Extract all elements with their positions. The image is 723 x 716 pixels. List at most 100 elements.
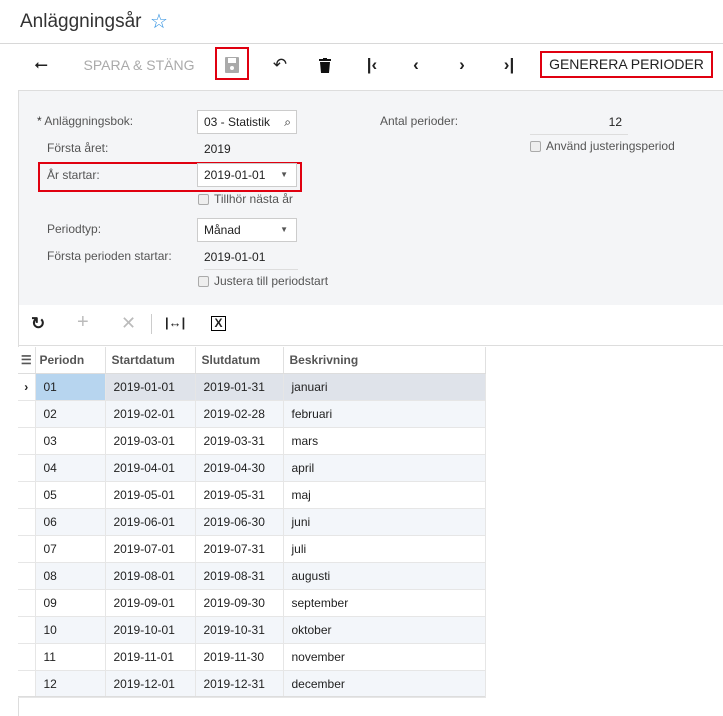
cell-period[interactable]: 09 bbox=[35, 589, 106, 617]
table-row[interactable]: 02 2019-02-01 2019-02-28 februari bbox=[18, 400, 486, 428]
cell-end[interactable]: 2019-08-31 bbox=[195, 562, 284, 590]
cell-end[interactable]: 2019-09-30 bbox=[195, 589, 284, 617]
col-end[interactable]: Slutdatum bbox=[195, 347, 284, 374]
row-selector[interactable] bbox=[18, 616, 36, 644]
generate-periods-button[interactable]: GENERERA PERIODER bbox=[540, 51, 713, 78]
table-row[interactable]: 05 2019-05-01 2019-05-31 maj bbox=[18, 481, 486, 509]
cell-end[interactable]: 2019-06-30 bbox=[195, 508, 284, 536]
undo-button[interactable]: ↶ bbox=[268, 50, 292, 80]
year-starts-dropdown[interactable]: 2019-01-01 ▼ bbox=[197, 163, 297, 187]
cell-description[interactable]: december bbox=[283, 670, 486, 698]
table-row[interactable]: 10 2019-10-01 2019-10-31 oktober bbox=[18, 616, 486, 644]
row-selector[interactable] bbox=[18, 535, 36, 563]
row-selector[interactable] bbox=[18, 400, 36, 428]
cell-start[interactable]: 2019-09-01 bbox=[105, 589, 196, 617]
add-row-button[interactable]: + bbox=[77, 311, 89, 334]
cell-description[interactable]: mars bbox=[283, 427, 486, 455]
cell-period[interactable]: 03 bbox=[35, 427, 106, 455]
table-row[interactable]: 09 2019-09-01 2019-09-30 september bbox=[18, 589, 486, 617]
use-adjust-checkbox[interactable]: Använd justeringsperiod bbox=[530, 139, 675, 153]
cell-description[interactable]: november bbox=[283, 643, 486, 671]
cell-description[interactable]: augusti bbox=[283, 562, 486, 590]
previous-record-button[interactable]: ‹ bbox=[404, 50, 428, 80]
col-period[interactable]: Periodn bbox=[35, 347, 106, 374]
cell-end[interactable]: 2019-03-31 bbox=[195, 427, 284, 455]
first-record-button[interactable]: |‹ bbox=[360, 50, 384, 80]
cell-start[interactable]: 2019-10-01 bbox=[105, 616, 196, 644]
table-row[interactable]: 07 2019-07-01 2019-07-31 juli bbox=[18, 535, 486, 563]
export-excel-button[interactable]: X bbox=[211, 316, 226, 331]
back-button[interactable]: ⭠ bbox=[28, 50, 54, 80]
refresh-button[interactable]: ↻ bbox=[31, 314, 45, 334]
cell-start[interactable]: 2019-05-01 bbox=[105, 481, 196, 509]
row-selector[interactable] bbox=[18, 427, 36, 455]
cell-end[interactable]: 2019-02-28 bbox=[195, 400, 284, 428]
cell-start[interactable]: 2019-03-01 bbox=[105, 427, 196, 455]
delete-button[interactable] bbox=[313, 50, 337, 80]
table-row[interactable]: 11 2019-11-01 2019-11-30 november bbox=[18, 643, 486, 671]
cell-description[interactable]: maj bbox=[283, 481, 486, 509]
cell-description[interactable]: juni bbox=[283, 508, 486, 536]
table-row[interactable]: 08 2019-08-01 2019-08-31 augusti bbox=[18, 562, 486, 590]
cell-start[interactable]: 2019-04-01 bbox=[105, 454, 196, 482]
table-row[interactable]: 12 2019-12-01 2019-12-31 december bbox=[18, 670, 486, 698]
row-selector[interactable] bbox=[18, 508, 36, 536]
adjust-checkbox[interactable]: Justera till periodstart bbox=[198, 274, 328, 288]
cell-end[interactable]: 2019-10-31 bbox=[195, 616, 284, 644]
cell-period[interactable]: 12 bbox=[35, 670, 106, 698]
cell-end[interactable]: 2019-11-30 bbox=[195, 643, 284, 671]
cell-start[interactable]: 2019-02-01 bbox=[105, 400, 196, 428]
cell-start[interactable]: 2019-01-01 bbox=[105, 373, 196, 401]
table-row[interactable]: 06 2019-06-01 2019-06-30 juni bbox=[18, 508, 486, 536]
cell-description[interactable]: september bbox=[283, 589, 486, 617]
cell-end[interactable]: 2019-04-30 bbox=[195, 454, 284, 482]
row-selector[interactable] bbox=[18, 670, 36, 698]
delete-row-button[interactable]: ✕ bbox=[121, 313, 136, 334]
cell-description[interactable]: januari bbox=[283, 373, 486, 401]
column-settings-icon[interactable]: ☰ bbox=[18, 347, 36, 374]
next-record-button[interactable]: › bbox=[450, 50, 474, 80]
cell-end[interactable]: 2019-01-31 bbox=[195, 373, 284, 401]
save-button[interactable] bbox=[215, 47, 249, 80]
book-selector[interactable]: 03 - Statistik ⌕ bbox=[197, 110, 297, 134]
last-record-button[interactable]: ›| bbox=[497, 50, 521, 80]
cell-start[interactable]: 2019-06-01 bbox=[105, 508, 196, 536]
cell-period[interactable]: 06 bbox=[35, 508, 106, 536]
col-start[interactable]: Startdatum bbox=[105, 347, 196, 374]
cell-end[interactable]: 2019-12-31 bbox=[195, 670, 284, 698]
cell-period[interactable]: 07 bbox=[35, 535, 106, 563]
row-selector[interactable] bbox=[18, 481, 36, 509]
row-selector[interactable] bbox=[18, 454, 36, 482]
row-selector[interactable] bbox=[18, 643, 36, 671]
save-close-button[interactable]: SPARA & STÄNG bbox=[74, 50, 204, 80]
undo-icon: ↶ bbox=[272, 55, 288, 74]
table-row[interactable]: 04 2019-04-01 2019-04-30 april bbox=[18, 454, 486, 482]
cell-start[interactable]: 2019-12-01 bbox=[105, 670, 196, 698]
cell-end[interactable]: 2019-05-31 bbox=[195, 481, 284, 509]
cell-end[interactable]: 2019-07-31 bbox=[195, 535, 284, 563]
cell-period[interactable]: 01 bbox=[35, 373, 106, 401]
cell-description[interactable]: juli bbox=[283, 535, 486, 563]
row-selector[interactable] bbox=[18, 562, 36, 590]
favorite-star-icon[interactable]: ☆ bbox=[150, 9, 168, 34]
table-row[interactable]: 03 2019-03-01 2019-03-31 mars bbox=[18, 427, 486, 455]
cell-period[interactable]: 11 bbox=[35, 643, 106, 671]
fit-columns-button[interactable]: |↔| bbox=[165, 315, 185, 330]
cell-start[interactable]: 2019-11-01 bbox=[105, 643, 196, 671]
cell-period[interactable]: 02 bbox=[35, 400, 106, 428]
row-selector[interactable]: › bbox=[18, 373, 36, 401]
cell-period[interactable]: 10 bbox=[35, 616, 106, 644]
col-description[interactable]: Beskrivning bbox=[283, 347, 486, 374]
period-type-dropdown[interactable]: Månad ▼ bbox=[197, 218, 297, 242]
cell-period[interactable]: 05 bbox=[35, 481, 106, 509]
table-row[interactable]: › 01 2019-01-01 2019-01-31 januari bbox=[18, 373, 486, 401]
cell-description[interactable]: februari bbox=[283, 400, 486, 428]
cell-period[interactable]: 04 bbox=[35, 454, 106, 482]
cell-period[interactable]: 08 bbox=[35, 562, 106, 590]
next-year-checkbox[interactable]: Tillhör nästa år bbox=[198, 192, 293, 206]
cell-description[interactable]: oktober bbox=[283, 616, 486, 644]
row-selector[interactable] bbox=[18, 589, 36, 617]
cell-start[interactable]: 2019-08-01 bbox=[105, 562, 196, 590]
cell-start[interactable]: 2019-07-01 bbox=[105, 535, 196, 563]
cell-description[interactable]: april bbox=[283, 454, 486, 482]
